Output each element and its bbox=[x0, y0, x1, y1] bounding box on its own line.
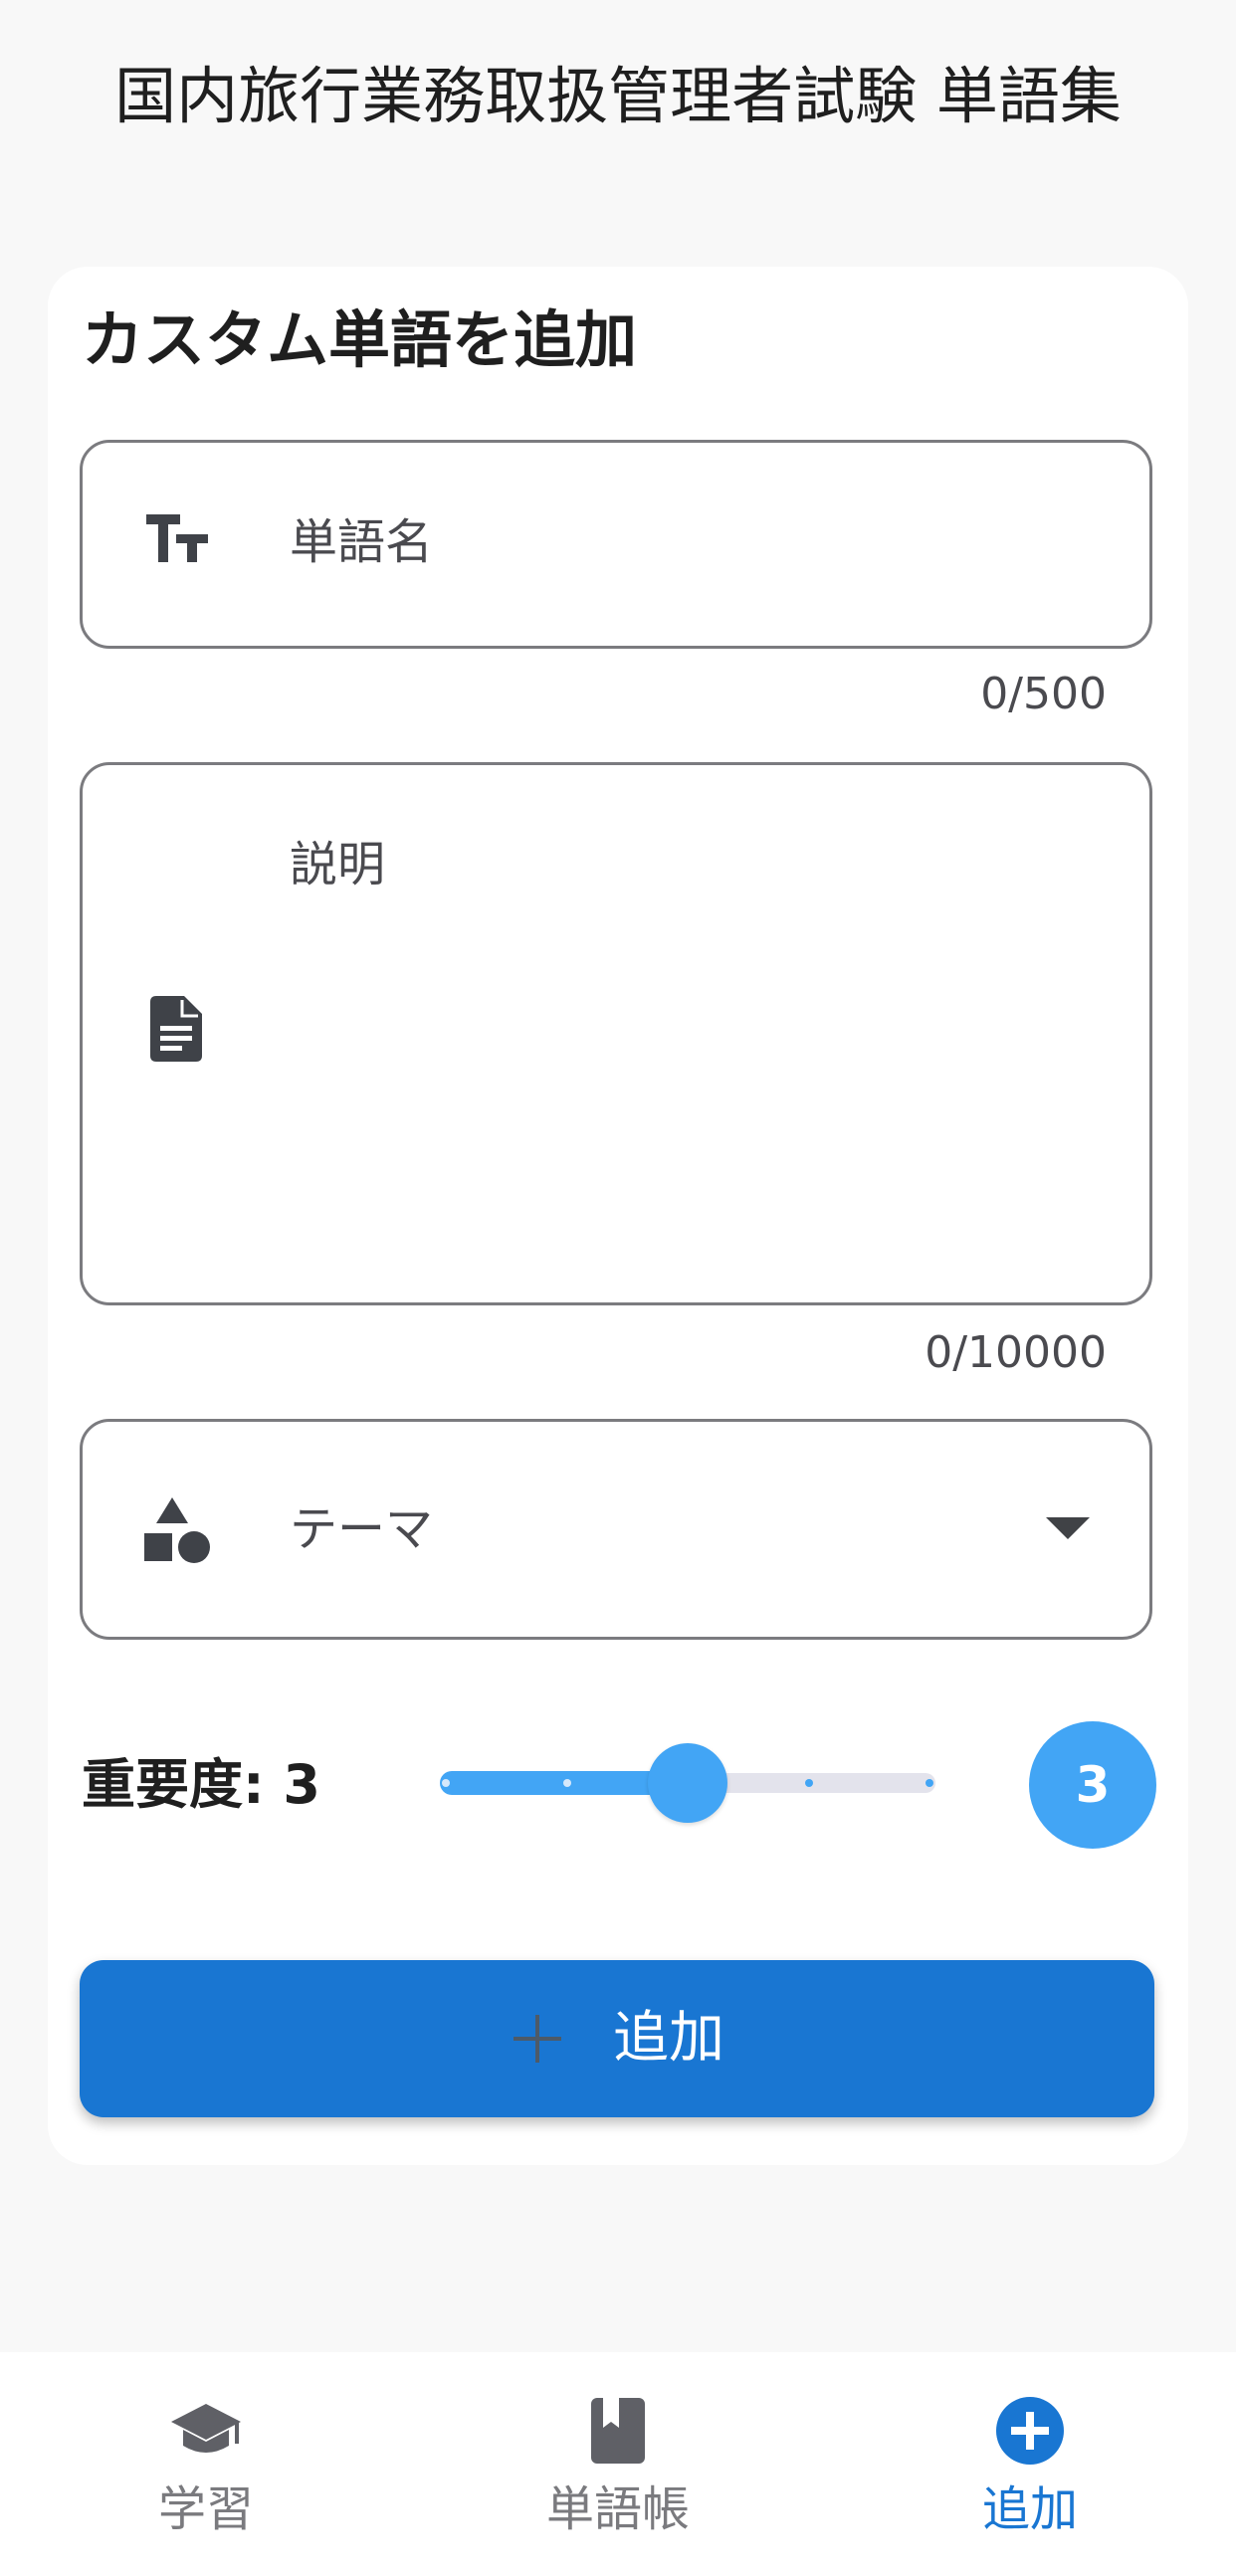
nav-label-wordbook: 単語帳 bbox=[545, 2481, 690, 2537]
book-icon bbox=[591, 2398, 645, 2464]
slider-tick bbox=[562, 1779, 571, 1787]
term-character-counter: 0/500 bbox=[980, 669, 1107, 719]
add-button[interactable]: 追加 bbox=[80, 1960, 1154, 2117]
theme-dropdown-label: テーマ bbox=[290, 1501, 434, 1557]
chevron-down-icon bbox=[1046, 1517, 1090, 1539]
nav-label-add: 追加 bbox=[981, 2481, 1078, 2537]
term-input[interactable]: 単語名 bbox=[80, 440, 1152, 649]
nav-label-study: 学習 bbox=[157, 2481, 254, 2537]
slider-tick bbox=[804, 1779, 813, 1787]
importance-slider[interactable] bbox=[440, 1743, 935, 1823]
category-shapes-icon bbox=[144, 1497, 210, 1563]
text-fields-icon bbox=[146, 514, 208, 562]
slider-tick bbox=[926, 1779, 933, 1787]
nav-item-add[interactable]: 追加 bbox=[906, 2352, 1154, 2576]
nav-item-wordbook[interactable]: 単語帳 bbox=[494, 2352, 742, 2576]
description-input[interactable]: 説明 bbox=[80, 762, 1152, 1305]
nav-item-study[interactable]: 学習 bbox=[82, 2352, 330, 2576]
add-circle-icon bbox=[996, 2397, 1064, 2465]
slider-tick bbox=[442, 1779, 450, 1787]
app-title: 国内旅行業務取扱管理者試験 単語集 bbox=[114, 60, 1122, 132]
slider-thumb[interactable] bbox=[648, 1743, 727, 1823]
plus-icon bbox=[514, 2015, 561, 2063]
theme-dropdown[interactable]: テーマ bbox=[80, 1419, 1152, 1640]
term-input-label: 単語名 bbox=[290, 514, 434, 570]
bottom-navigation: 学習 単語帳 追加 bbox=[0, 2352, 1236, 2576]
importance-value-badge: 3 bbox=[1029, 1721, 1156, 1849]
importance-label: 重要度: 3 bbox=[82, 1753, 320, 1816]
add-button-label: 追加 bbox=[613, 2006, 724, 2071]
description-input-label: 説明 bbox=[290, 837, 386, 892]
description-character-counter: 0/10000 bbox=[925, 1327, 1107, 1378]
description-icon bbox=[150, 996, 202, 1062]
school-icon bbox=[171, 2404, 241, 2453]
form-title: カスタム単語を追加 bbox=[82, 303, 638, 376]
